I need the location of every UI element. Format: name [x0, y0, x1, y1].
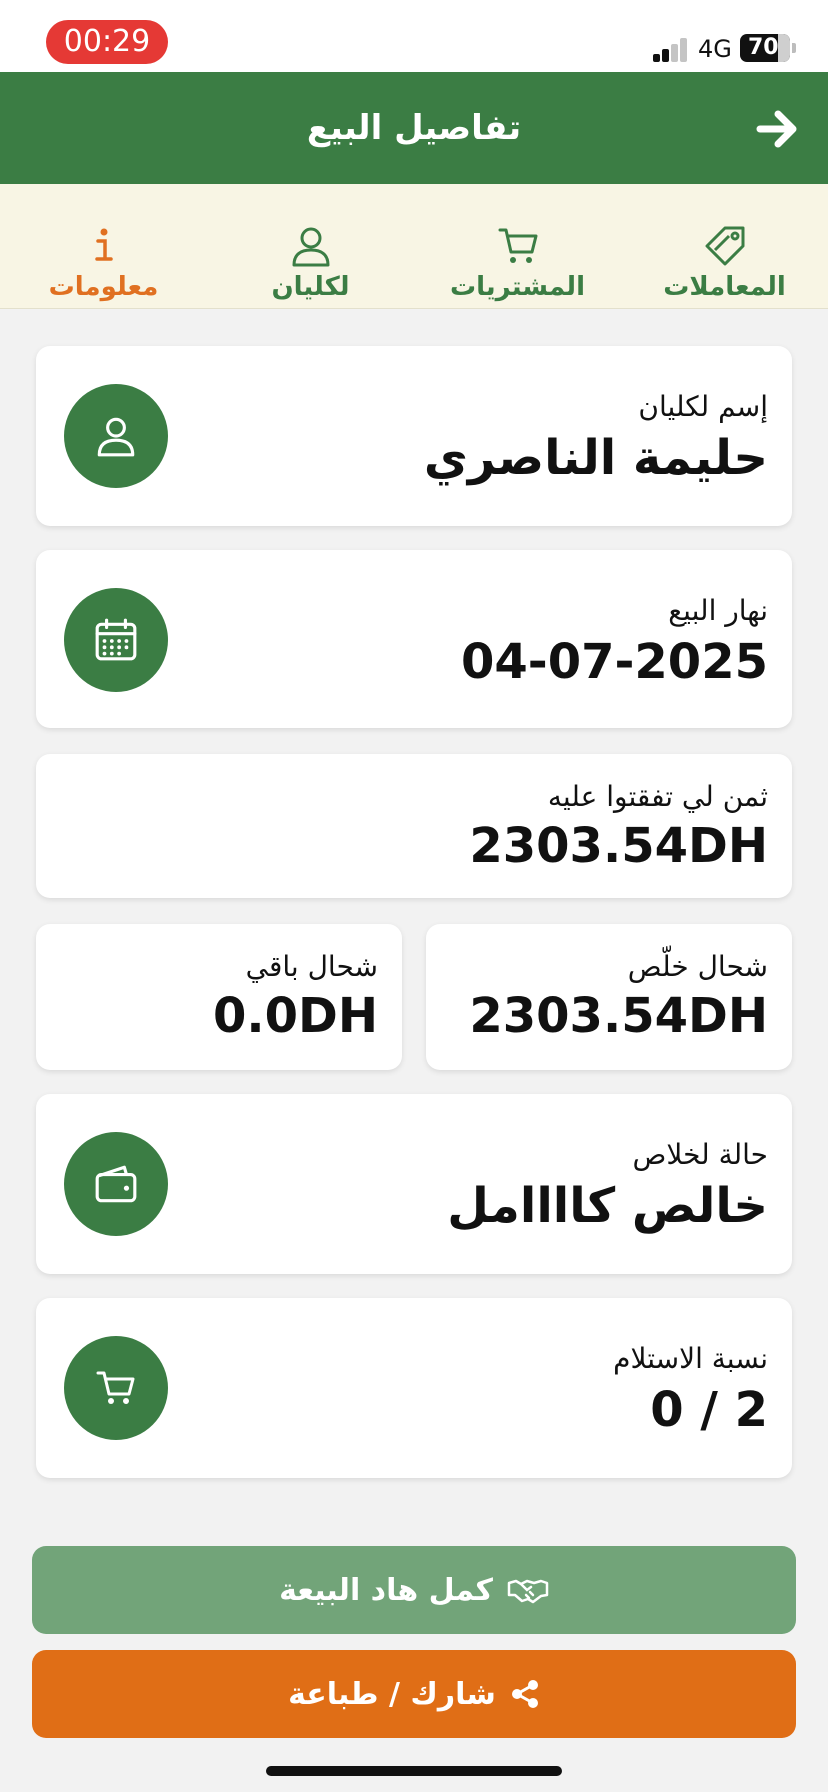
sale-date-label: نهار البيع	[668, 594, 768, 627]
cart-icon	[498, 228, 537, 263]
user-icon	[97, 417, 135, 457]
payment-status-value: خالص كاااامل	[447, 1178, 768, 1234]
share-print-button[interactable]: شارك / طباعة	[32, 1650, 796, 1738]
date-icon-circle	[64, 588, 168, 692]
wallet-icon	[95, 1165, 137, 1203]
sale-date-value: 04-07-2025	[460, 634, 768, 690]
receipt-ratio-label: نسبة الاستلام	[613, 1342, 768, 1375]
wallet-icon-circle	[64, 1132, 168, 1236]
tab-info[interactable]: معلومات	[0, 184, 207, 309]
app-bar: تفاصيل البيع	[0, 72, 828, 184]
arrow-right-icon	[756, 110, 797, 148]
client-name: حليمة الناصري	[423, 430, 768, 486]
tag-icon	[705, 226, 744, 266]
cart-icon-circle	[64, 1336, 168, 1440]
tab-label: معلومات	[48, 272, 159, 302]
tab-client[interactable]: لكليان	[207, 184, 414, 309]
info-icon	[94, 228, 113, 261]
client-card: إسم لكليان حليمة الناصري	[36, 346, 792, 526]
payment-status-card: حالة لخلاص خالص كاااامل	[36, 1094, 792, 1274]
agreed-price-label: ثمن لي تفقتوا عليه	[547, 780, 768, 813]
status-bar: 00:29 4G 70	[0, 0, 828, 72]
battery-icon: 70	[740, 34, 790, 62]
page-title: تفاصيل البيع	[306, 108, 522, 148]
network-type: 4G	[698, 35, 732, 63]
remaining-label: شحال باقي	[245, 950, 378, 983]
agreed-price-value: 2303.54DH	[469, 818, 768, 874]
tab-label: لكليان	[271, 272, 350, 302]
paid-value: 2303.54DH	[469, 988, 768, 1044]
tab-label: المعاملات	[663, 272, 786, 302]
cart-icon	[96, 1371, 135, 1404]
signal-icon	[653, 38, 689, 62]
receipt-ratio-card: نسبة الاستلام 0 / 2	[36, 1298, 792, 1478]
paid-amount-card: شحال خلّص 2303.54DH	[426, 924, 792, 1070]
home-indicator[interactable]	[266, 1766, 562, 1776]
client-label: إسم لكليان	[638, 390, 768, 423]
user-icon	[292, 227, 329, 267]
tab-label: المشتريات	[449, 272, 585, 302]
client-icon-circle	[64, 384, 168, 488]
receipt-ratio-value: 0 / 2	[650, 1382, 768, 1438]
calendar-icon	[95, 618, 137, 661]
tab-transactions[interactable]: المعاملات	[621, 184, 828, 309]
agreed-price-card: ثمن لي تفقتوا عليه 2303.54DH	[36, 754, 792, 898]
status-time: 00:29	[46, 20, 168, 64]
battery-level: 70	[748, 35, 779, 60]
complete-sale-button[interactable]: كمل هاد البيعة	[32, 1546, 796, 1634]
tab-bar: المعاملات المشتريات لكليان معلومات	[0, 184, 828, 309]
paid-label: شحال خلّص	[627, 950, 768, 983]
share-icon	[511, 1680, 538, 1708]
tab-purchases[interactable]: المشتريات	[414, 184, 621, 309]
remaining-value: 0.0DH	[212, 988, 378, 1044]
share-print-label: شارك / طباعة	[288, 1676, 496, 1712]
remaining-amount-card: شحال باقي 0.0DH	[36, 924, 402, 1070]
complete-sale-label: كمل هاد البيعة	[279, 1572, 493, 1608]
handshake-icon	[507, 1579, 549, 1604]
payment-status-label: حالة لخلاص	[632, 1138, 768, 1171]
sale-date-card: نهار البيع 04-07-2025	[36, 550, 792, 728]
back-button[interactable]	[754, 106, 800, 152]
